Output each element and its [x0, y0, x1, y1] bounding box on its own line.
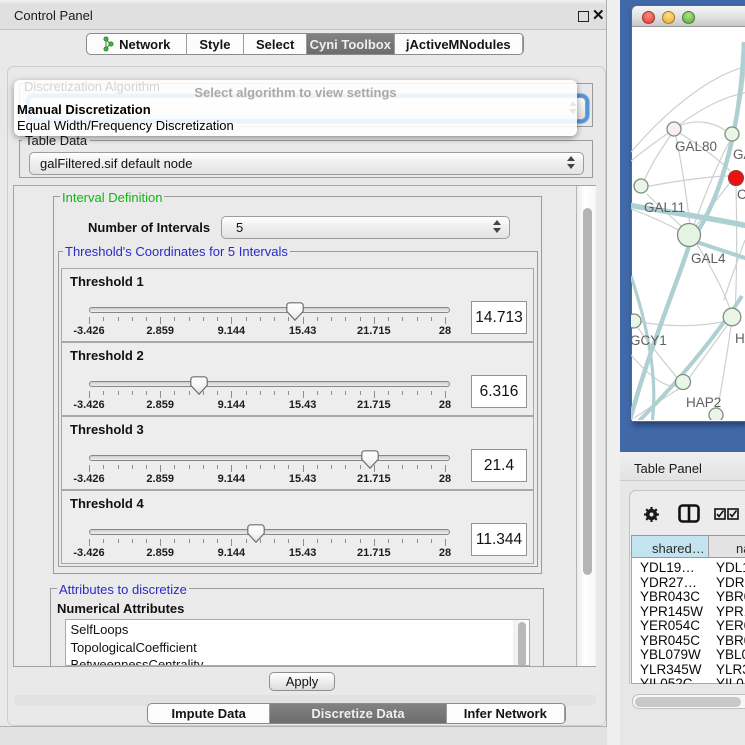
svg-text:GAL80: GAL80	[675, 139, 717, 154]
svg-text:GAL4: GAL4	[691, 251, 726, 266]
svg-text:HA: HA	[735, 331, 745, 346]
svg-text:GCY1: GCY1	[631, 333, 667, 348]
svg-text:GA: GA	[733, 147, 745, 162]
svg-text:GAL11: GAL11	[644, 200, 685, 215]
svg-text:CA: CA	[737, 187, 745, 202]
svg-text:HAP2: HAP2	[686, 395, 721, 410]
